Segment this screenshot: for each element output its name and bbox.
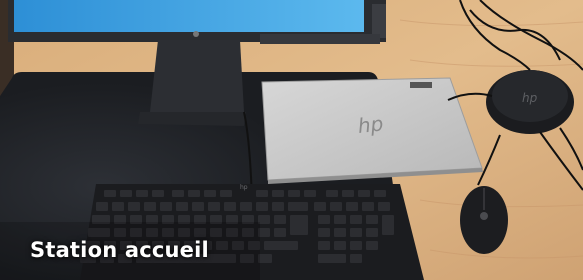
workstation-photo: hp hp hp Station accueil xyxy=(0,0,583,280)
hp-logo-stand xyxy=(193,31,199,37)
keyboard-hp-logo: hp xyxy=(240,184,248,191)
laptop-badge xyxy=(410,82,432,88)
monitor-right-part xyxy=(372,4,386,38)
monitor-stand-base xyxy=(138,112,246,126)
monitor-screen xyxy=(14,0,364,32)
mouse-hp-logo xyxy=(480,212,488,220)
monitor-stand-neck xyxy=(150,40,244,112)
dock-hp-logo: hp xyxy=(522,91,538,105)
shelf-back xyxy=(260,34,380,44)
laptop-hp-logo: hp xyxy=(357,111,385,138)
photo-caption: Station accueil xyxy=(30,238,209,262)
